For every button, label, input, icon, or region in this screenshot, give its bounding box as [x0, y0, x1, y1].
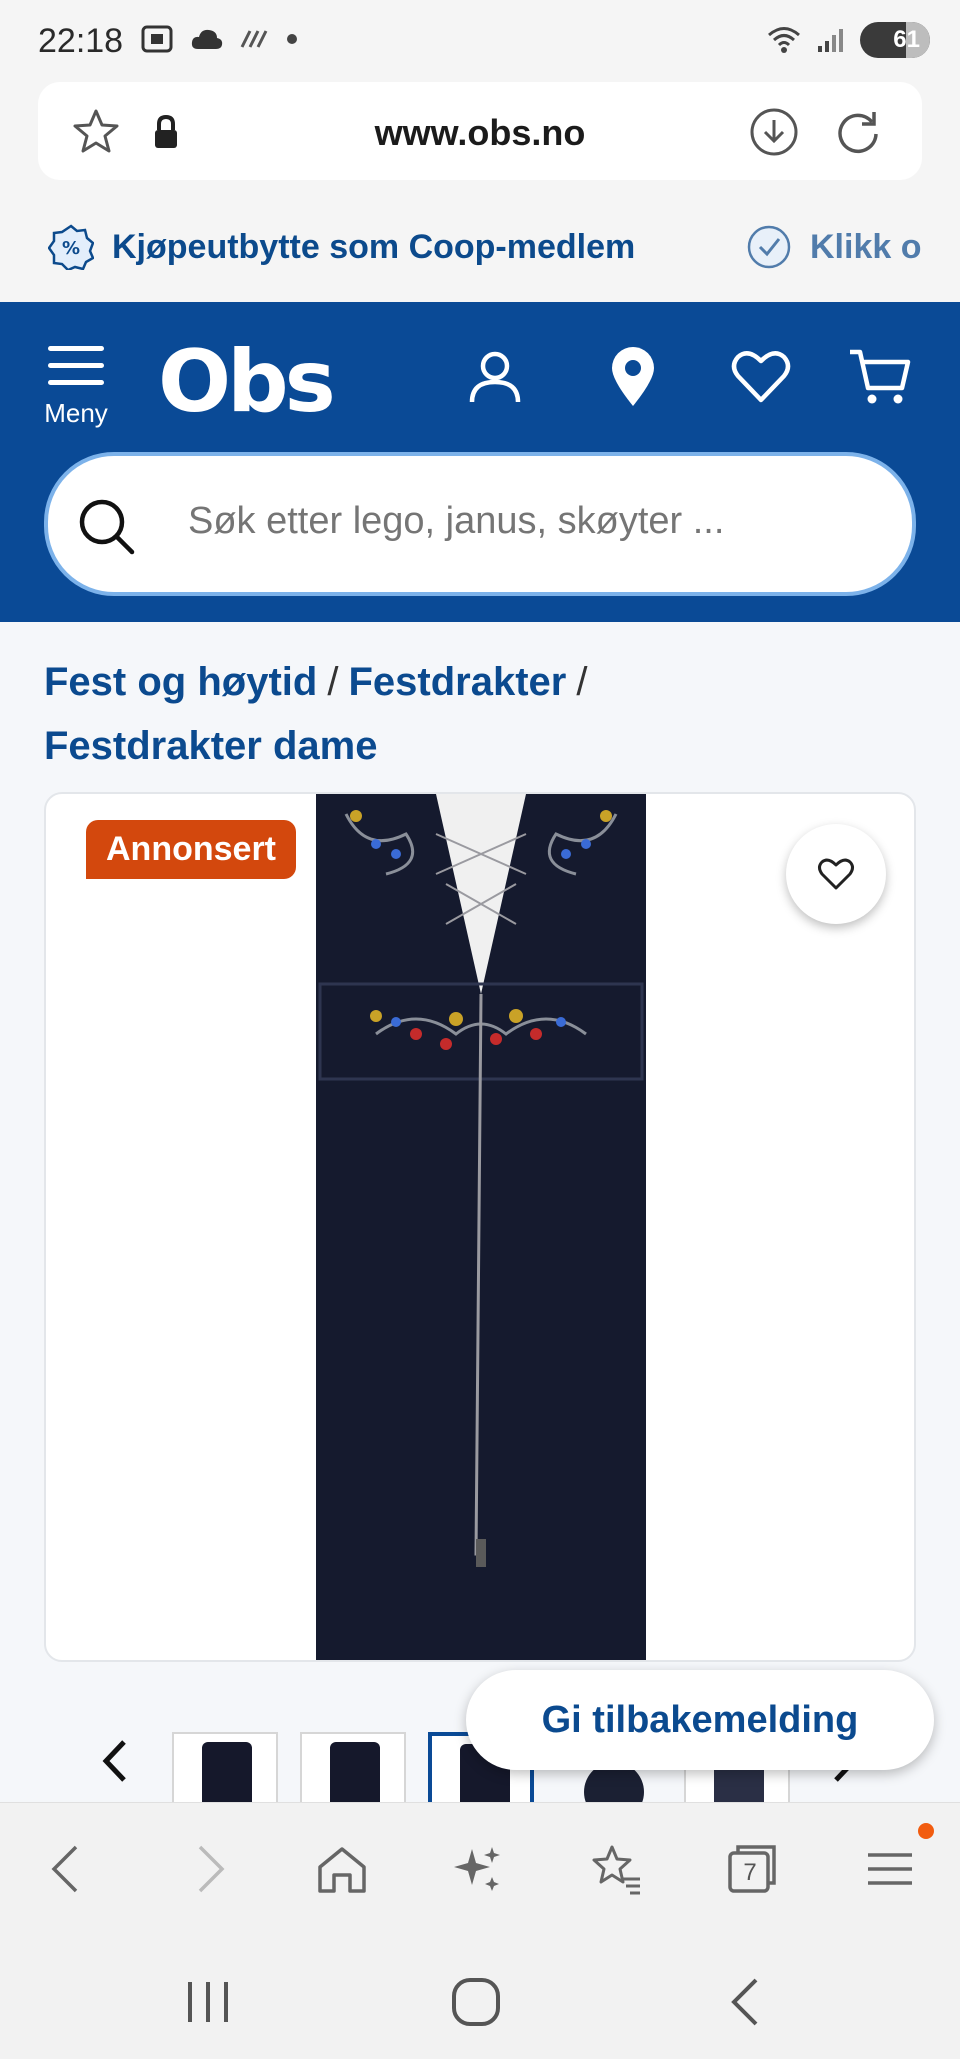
cloud-icon [191, 29, 223, 49]
breadcrumb-separator: / [576, 660, 588, 704]
thumbnail[interactable] [300, 1732, 406, 1804]
status-icons-right: 61 [766, 22, 930, 58]
promo-item-membership[interactable]: % Kjøpeutbytte som Coop-medlem [48, 224, 635, 270]
heart-icon[interactable] [728, 344, 794, 410]
reload-icon[interactable] [832, 106, 884, 158]
dot-icon [287, 34, 297, 44]
signal-icon [818, 29, 843, 52]
sponsored-badge: Annonsert [86, 820, 296, 879]
status-time: 22:18 [38, 22, 124, 60]
status-icons-left [140, 24, 298, 54]
breadcrumb-separator: / [327, 660, 339, 704]
recent-apps-icon[interactable] [178, 1972, 238, 2032]
chevron-left-icon[interactable] [96, 1736, 136, 1786]
location-pin-icon[interactable] [600, 344, 666, 410]
user-icon[interactable] [462, 344, 528, 410]
breadcrumb: Fest og høytid / Festdrakter / Festdrakter … [44, 650, 924, 778]
browser-toolbar: 7 [0, 1802, 960, 1932]
breadcrumb-link-festdrakter-dame[interactable]: Festdrakter dame [44, 724, 377, 768]
url-bar[interactable]: www.obs.no [38, 82, 922, 180]
ai-sparkle-icon[interactable] [450, 1841, 506, 1897]
favorite-button[interactable] [786, 824, 886, 924]
promo-item-click[interactable]: Klikk o [746, 224, 921, 270]
breadcrumb-link-fest[interactable]: Fest og høytid [44, 660, 317, 704]
obs-logo[interactable]: Obs [158, 332, 336, 432]
promo-strip: % Kjøpeutbytte som Coop-medlem Klikk o [0, 200, 960, 300]
search-box[interactable] [44, 452, 916, 596]
back-icon[interactable] [40, 1841, 96, 1897]
forward-icon[interactable] [180, 1841, 236, 1897]
menu-label: Meny [44, 398, 108, 428]
notification-dot [918, 1823, 934, 1839]
breadcrumb-link-festdrakter[interactable]: Festdrakter [348, 660, 566, 704]
percent-badge-icon: % [48, 224, 94, 270]
screenshot-icon [141, 25, 173, 53]
feedback-button[interactable]: Gi tilbakemelding [466, 1670, 934, 1770]
tab-count: 7 [743, 1859, 757, 1886]
menu-icon[interactable] [862, 1841, 918, 1897]
product-image-card: Annonsert [44, 792, 916, 1662]
promo-label: Klikk o [810, 227, 922, 266]
status-bar: 22:18 61 [0, 0, 960, 80]
cart-icon[interactable] [848, 344, 914, 410]
tabs-button[interactable]: 7 [724, 1841, 780, 1897]
heart-outline-icon [818, 858, 854, 890]
system-nav-bar [0, 1932, 960, 2059]
page: 22:18 61 www.obs.no % Kjøpeutbytte som C… [0, 0, 960, 2059]
home-icon[interactable] [314, 1841, 370, 1897]
site-header: Meny Obs [0, 302, 960, 622]
thumbnail[interactable] [172, 1732, 278, 1804]
main-content: Fest og høytid / Festdrakter / Festdrakter … [0, 622, 960, 1804]
hamburger-icon [48, 346, 104, 386]
check-badge-icon [747, 225, 791, 269]
search-input[interactable] [188, 500, 868, 543]
search-icon[interactable] [76, 496, 136, 556]
svg-text:%: % [62, 238, 80, 259]
promo-label: Kjøpeutbytte som Coop-medlem [112, 227, 636, 266]
system-back-icon[interactable] [716, 1972, 776, 2032]
battery-level: 61 [893, 26, 920, 53]
download-icon[interactable] [748, 106, 800, 158]
data-icon [240, 30, 268, 48]
battery-indicator: 61 [860, 22, 930, 58]
bookmarks-icon[interactable] [588, 1841, 644, 1897]
menu-button[interactable]: Meny [38, 342, 114, 432]
wifi-icon [768, 27, 800, 53]
home-button-icon[interactable] [446, 1972, 506, 2032]
product-image[interactable] [316, 794, 646, 1662]
